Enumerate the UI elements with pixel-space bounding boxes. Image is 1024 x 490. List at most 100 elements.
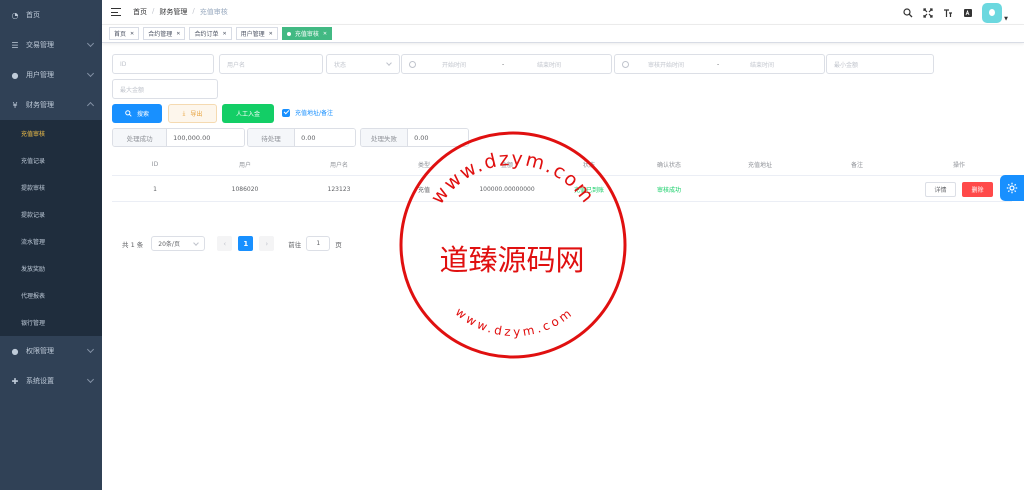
avatar[interactable] — [982, 3, 1003, 23]
close-icon[interactable]: ✕ — [323, 31, 327, 37]
sidebar-item-trade[interactable]: ☰ 交易管理 — [0, 30, 102, 60]
username-placeholder: 用户名 — [227, 61, 246, 69]
start-time-placeholder: 开始时间 — [442, 61, 467, 69]
next-page-button[interactable]: › — [259, 236, 275, 251]
stat-success: 处理成功 100,000.00 — [112, 128, 245, 147]
sidebar-subitem-withdraw-audit[interactable]: 提款审核 — [0, 174, 102, 201]
page-number-button[interactable]: 1 — [238, 236, 254, 251]
breadcrumb-finance[interactable]: 财务管理 — [159, 7, 187, 17]
cell-id: 1 — [153, 185, 157, 193]
chevron-up-icon — [86, 101, 95, 110]
sidebar-subitem-flow[interactable]: 流水管理 — [0, 228, 102, 255]
cell-type: 充值 — [417, 186, 430, 194]
fullscreen-icon[interactable] — [918, 3, 938, 23]
stat-value: 0.00 — [408, 129, 468, 146]
sidebar-item-users[interactable]: ● 用户管理 — [0, 60, 102, 90]
pagination-total: 共 1 条 — [122, 240, 144, 249]
tag-contract-orders[interactable]: 合约订单 ✕ — [189, 27, 232, 40]
sidebar-item-settings[interactable]: ✚ 系统设置 — [0, 366, 102, 396]
manual-deposit-button[interactable]: 人工入金 — [222, 104, 274, 123]
cell-remark — [808, 177, 906, 201]
id-input[interactable]: ID — [112, 54, 214, 74]
sidebar-item-home[interactable]: ◔ 首页 — [0, 0, 102, 30]
sidebar: ◔ 首页 ☰ 交易管理 ● 用户管理 ¥ 财务管理 充值审核 充值记录 提款审核… — [0, 0, 102, 490]
close-icon[interactable]: ✕ — [222, 31, 226, 37]
sidebar-subitem-agent-report[interactable]: 代理报表 — [0, 282, 102, 309]
settings-panel-button[interactable] — [1000, 175, 1024, 201]
page-size-select[interactable]: 20条/页 — [151, 236, 206, 251]
stat-label: 待处理 — [248, 129, 296, 146]
tag-contracts[interactable]: 合约管理 ✕ — [143, 27, 186, 40]
tag-deposit-audit[interactable]: 充值审核 ✕ — [281, 27, 333, 40]
sidebar-subitem-bank[interactable]: 银行管理 — [0, 309, 102, 336]
column-header: 状态 — [582, 162, 595, 169]
close-icon[interactable]: ✕ — [269, 31, 273, 37]
sidebar-item-finance[interactable]: ¥ 财务管理 — [0, 90, 102, 120]
min-amount-input[interactable]: 最小金额 — [826, 54, 934, 74]
close-icon[interactable]: ✕ — [176, 31, 180, 37]
cell-confirm-status: 审核成功 — [656, 186, 681, 194]
translate-icon[interactable] — [958, 3, 978, 23]
search-button[interactable]: 搜索 — [112, 104, 162, 123]
search-icon[interactable] — [898, 3, 918, 23]
breadcrumb: 首页 / 财务管理 / 充值审核 — [133, 7, 228, 17]
show-address-checkbox[interactable]: 充值地址/备注 — [282, 108, 333, 117]
sidebar-item-permissions[interactable]: ● 权限管理 — [0, 336, 102, 366]
export-button[interactable]: ⤓ 导出 — [168, 104, 217, 123]
audit-start-placeholder: 审核开始时间 — [648, 61, 685, 69]
goto-suffix: 页 — [335, 240, 342, 249]
user-icon: ● — [11, 346, 19, 356]
tag-label: 首页 — [114, 31, 127, 38]
tag-label: 用户管理 — [240, 31, 265, 38]
column-header: 用户 — [238, 162, 251, 169]
username-input[interactable]: 用户名 — [219, 54, 323, 74]
audit-end-placeholder: 结束时间 — [750, 61, 775, 69]
hamburger-icon[interactable] — [111, 8, 121, 16]
column-header: 充值地址 — [747, 162, 772, 169]
sidebar-subitem-deposit-audit[interactable]: 充值审核 — [0, 120, 102, 147]
close-icon[interactable]: ✕ — [130, 31, 134, 37]
pagination: 共 1 条 20条/页 ‹ 1 › 前往 1 页 — [122, 236, 342, 251]
status-select[interactable]: 状态 — [326, 54, 400, 74]
sidebar-subitem-rewards[interactable]: 发放奖励 — [0, 255, 102, 282]
column-header: 类型 — [417, 162, 430, 169]
tag-users[interactable]: 用户管理 ✕ — [235, 27, 278, 40]
tag-home[interactable]: 首页 ✕ — [109, 27, 140, 40]
breadcrumb-current: 充值审核 — [199, 8, 228, 16]
breadcrumb-home[interactable]: 首页 — [133, 7, 147, 17]
range-separator: - — [502, 60, 505, 68]
clock-icon — [409, 60, 416, 68]
navbar-right: ▼ — [898, 3, 1008, 23]
cell-username: 123123 — [327, 185, 351, 193]
sidebar-item-label: 系统设置 — [26, 377, 54, 385]
tag-label: 合约订单 — [194, 31, 219, 38]
column-header: 金额 — [500, 162, 513, 169]
id-placeholder: ID — [120, 60, 127, 68]
cell-amount: 100000.00000000 — [479, 185, 535, 193]
dashboard-icon: ◔ — [11, 10, 19, 20]
sidebar-subitem-deposit-records[interactable]: 充值记录 — [0, 147, 102, 174]
font-size-icon[interactable] — [938, 3, 958, 23]
caret-down-icon[interactable]: ▼ — [1004, 16, 1008, 22]
goto-page-input[interactable]: 1 — [306, 236, 331, 251]
sidebar-subitem-withdraw-records[interactable]: 提款记录 — [0, 201, 102, 228]
sidebar-item-label: 用户管理 — [26, 71, 54, 79]
cell-address — [712, 177, 808, 201]
finance-submenu: 充值审核 充值记录 提款审核 提款记录 流水管理 发放奖励 代理报表 银行管理 — [0, 120, 102, 336]
column-header: ID — [151, 161, 159, 168]
max-amount-placeholder: 最大金额 — [120, 86, 145, 94]
time-range-picker[interactable]: 开始时间 - 结束时间 — [401, 54, 612, 74]
column-header: 确认状态 — [656, 162, 681, 169]
max-amount-input[interactable]: 最大金额 — [112, 79, 218, 99]
search-button-label: 搜索 — [136, 111, 149, 118]
chevron-down-icon — [86, 69, 95, 78]
audit-time-range-picker[interactable]: 审核开始时间 - 结束时间 — [614, 54, 825, 74]
list-icon: ☰ — [11, 40, 19, 50]
gear-icon — [1006, 182, 1018, 194]
prev-page-button[interactable]: ‹ — [217, 236, 233, 251]
detail-button[interactable]: 详情 — [925, 181, 956, 197]
chevron-down-icon — [86, 39, 95, 48]
navbar: 首页 / 财务管理 / 充值审核 ▼ — [102, 0, 1024, 25]
stat-failed: 处理失败 0.00 — [360, 128, 469, 147]
delete-button[interactable]: 删除 — [962, 181, 993, 197]
